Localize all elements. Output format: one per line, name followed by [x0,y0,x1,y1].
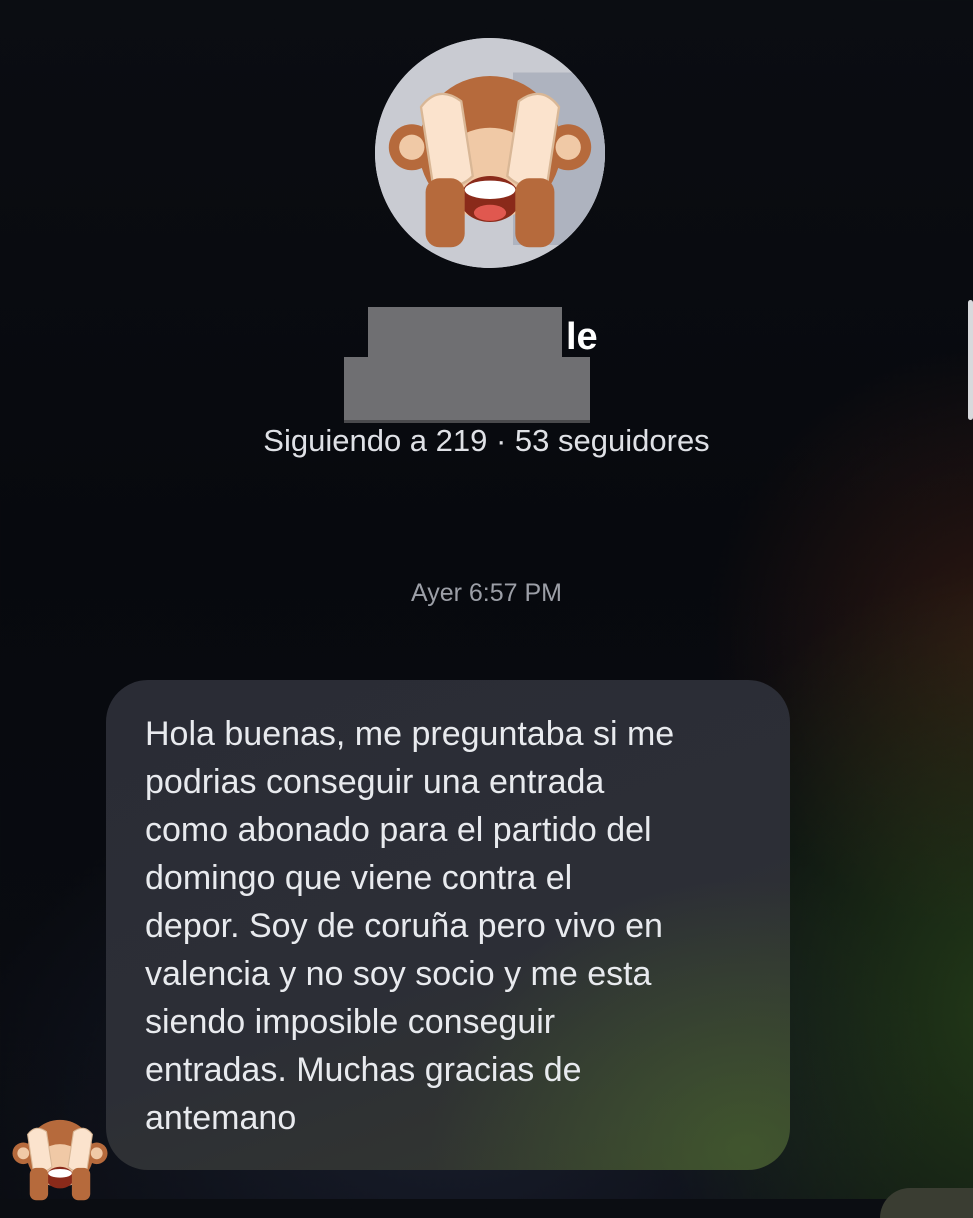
redaction-box [344,357,590,423]
message-text: Hola buenas, me preguntaba si me podrias… [145,715,675,1137]
see-no-evil-monkey-icon [375,38,605,268]
profile-name: le [340,300,640,430]
profile-avatar[interactable] [375,38,605,268]
scrollbar[interactable] [968,300,973,420]
redaction-box [368,307,562,362]
follow-stats: Siguiendo a 219 · 53 seguidores [263,423,710,458]
see-no-evil-monkey-icon [12,1119,108,1201]
next-message-bubble[interactable] [880,1188,973,1218]
profile-name-visible-text: le [566,316,598,358]
sender-avatar[interactable] [6,1102,114,1210]
message-bubble[interactable]: Hola buenas, me preguntaba si me podrias… [106,680,790,1170]
message-timestamp: Ayer 6:57 PM [410,579,562,607]
